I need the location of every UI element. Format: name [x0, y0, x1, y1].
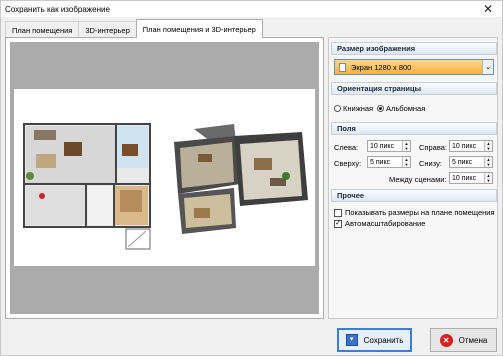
close-icon[interactable]: ✕: [474, 1, 502, 17]
save-button-label: Сохранить: [363, 335, 404, 345]
margin-right-value: 10 пикс: [452, 142, 477, 150]
spin-down-icon[interactable]: ▼: [485, 178, 492, 183]
cancel-button-label: Отмена: [458, 335, 488, 345]
cancel-icon: ✕: [439, 333, 453, 347]
scene-gap-label: Между сценами:: [389, 175, 447, 184]
margin-bottom-label: Снизу:: [419, 159, 442, 168]
document-icon: [339, 62, 346, 72]
radio-portrait-label: Книжная: [343, 104, 374, 113]
save-image-dialog: Сохранить как изображение ✕ План помещен…: [0, 0, 503, 356]
margin-top-spinner[interactable]: 5 пикс ▲ ▼: [367, 156, 411, 168]
spin-down-icon[interactable]: ▼: [485, 146, 492, 151]
floor-plan-image: [23, 123, 308, 250]
preview-background: [10, 42, 319, 314]
tab-plan-and-3d[interactable]: План помещения и 3D-интерьер: [135, 19, 263, 38]
margin-bottom-buttons[interactable]: ▲ ▼: [484, 157, 492, 167]
tab-3d-interior[interactable]: 3D-интерьер: [78, 21, 137, 38]
margins-section-header: Поля: [331, 122, 497, 135]
autoscale-option[interactable]: ✓ Автомасштабирование: [334, 219, 425, 228]
autoscale-checkbox[interactable]: ✓: [334, 219, 342, 228]
cancel-button[interactable]: ✕ Отмена: [430, 328, 497, 352]
other-section-header: Прочее: [331, 189, 497, 202]
scene-gap-spinner[interactable]: 10 пикс ▲ ▼: [449, 172, 493, 184]
margin-top-value: 5 пикс: [370, 158, 391, 166]
size-section-header: Размер изображения: [331, 42, 497, 55]
spin-down-icon[interactable]: ▼: [403, 146, 410, 151]
preview-panel: [5, 37, 324, 319]
margin-bottom-spinner[interactable]: 5 пикс ▲ ▼: [449, 156, 493, 168]
radio-landscape[interactable]: Альбомная: [377, 104, 425, 113]
show-sizes-checkbox[interactable]: [334, 208, 342, 217]
scene-gap-buttons[interactable]: ▲ ▼: [484, 173, 492, 183]
spin-down-icon[interactable]: ▼: [485, 162, 492, 167]
orientation-section-header: Ориентация страницы: [331, 82, 497, 95]
chevron-down-icon[interactable]: ⌄: [482, 60, 493, 74]
margin-left-value: 10 пикс: [370, 142, 395, 150]
margin-right-spinner[interactable]: 10 пикс ▲ ▼: [449, 140, 493, 152]
window-title: Сохранить как изображение: [5, 4, 110, 14]
autoscale-label: Автомасштабирование: [345, 219, 426, 228]
image-size-value: Экран 1280 x 800: [351, 62, 412, 72]
scene-gap-value: 10 пикс: [452, 174, 477, 182]
show-sizes-label: Показывать размеры на плане помещения: [345, 208, 495, 217]
radio-landscape-label: Альбомная: [386, 104, 426, 113]
margin-top-buttons[interactable]: ▲ ▼: [402, 157, 410, 167]
tab-strip: План помещения 3D-интерьер План помещени…: [5, 19, 263, 38]
margin-right-buttons[interactable]: ▲ ▼: [484, 141, 492, 151]
radio-portrait[interactable]: Книжная: [334, 104, 373, 113]
margin-left-spinner[interactable]: 10 пикс ▲ ▼: [367, 140, 411, 152]
margin-bottom-value: 5 пикс: [452, 158, 473, 166]
settings-panel: Размер изображения Экран 1280 x 800 ⌄ Ор…: [328, 37, 498, 319]
margin-right-label: Справа:: [419, 143, 447, 152]
preview-page: [14, 89, 315, 266]
spin-down-icon[interactable]: ▼: [403, 162, 410, 167]
title-bar: Сохранить как изображение ✕: [1, 1, 502, 17]
save-button[interactable]: ▾ Сохранить: [337, 328, 412, 352]
show-sizes-option[interactable]: Показывать размеры на плане помещения: [334, 208, 495, 217]
image-size-select[interactable]: Экран 1280 x 800 ⌄: [334, 59, 494, 75]
tab-room-plan[interactable]: План помещения: [5, 21, 80, 38]
margin-top-label: Сверху:: [334, 159, 362, 168]
radio-landscape-circle[interactable]: [377, 105, 384, 112]
margin-left-label: Слева:: [334, 143, 359, 152]
margin-left-buttons[interactable]: ▲ ▼: [402, 141, 410, 151]
radio-portrait-circle[interactable]: [334, 105, 341, 112]
save-icon: ▾: [345, 334, 358, 346]
